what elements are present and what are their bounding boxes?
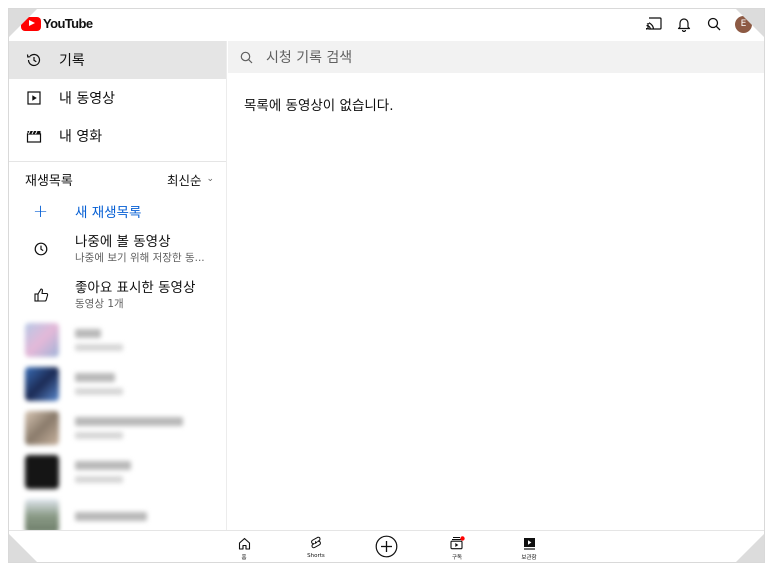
chevron-down-icon: ⌄ xyxy=(206,174,214,184)
sort-dropdown[interactable]: 최신순 ⌄ xyxy=(167,170,214,189)
search-icon[interactable] xyxy=(705,15,723,33)
playlist-liked-videos[interactable]: 좋아요 표시한 동영상 동영상 1개 xyxy=(9,272,226,318)
playlist-subtitle: 나중에 보기 위해 저장한 동... xyxy=(75,251,205,264)
play-square-icon xyxy=(25,89,43,107)
search-placeholder: 시청 기록 검색 xyxy=(266,50,353,66)
sidebar-item-label: 내 영화 xyxy=(59,129,103,145)
blurred-playlist[interactable] xyxy=(9,450,226,494)
nav-label: 보관함 xyxy=(521,555,537,561)
clock-icon xyxy=(31,239,51,259)
bell-icon[interactable] xyxy=(675,15,693,33)
playlists-header: 재생목록 최신순 ⌄ xyxy=(9,162,226,196)
youtube-logo[interactable]: YouTube xyxy=(21,16,93,31)
history-icon xyxy=(25,51,43,69)
sidebar-item-label: 기록 xyxy=(59,53,85,69)
avatar[interactable]: E xyxy=(735,15,752,33)
sidebar-item-label: 내 동영상 xyxy=(59,91,115,107)
playlist-thumbnail xyxy=(25,499,59,530)
thumbs-up-icon xyxy=(31,285,51,305)
sidebar: 기록 내 동영상 내 영화 재생목록 최신순 ⌄ + 새 재생목록 나중에 볼 … xyxy=(9,41,227,530)
logo-text: YouTube xyxy=(43,16,93,31)
playlist-thumbnail xyxy=(25,367,59,401)
nav-label: Shorts xyxy=(307,553,325,559)
blurred-playlist[interactable] xyxy=(9,494,226,530)
new-playlist-button[interactable]: + 새 재생목록 xyxy=(9,196,226,226)
main-content: 시청 기록 검색 목록에 동영상이 없습니다. xyxy=(228,41,764,530)
playlist-title: 나중에 볼 동영상 xyxy=(75,233,171,250)
new-playlist-label: 새 재생목록 xyxy=(75,205,142,221)
plus-icon: + xyxy=(33,200,49,222)
history-search-input[interactable]: 시청 기록 검색 xyxy=(228,41,764,73)
app-window: YouTube E 기록 내 동영상 내 영화 재생목록 최신순 ⌄ + 새 재… xyxy=(8,8,765,563)
blurred-playlist[interactable] xyxy=(9,318,226,362)
sidebar-item-history[interactable]: 기록 xyxy=(9,41,226,79)
empty-state-message: 목록에 동영상이 없습니다. xyxy=(244,98,394,114)
blurred-playlist[interactable] xyxy=(9,406,226,450)
playlist-watch-later[interactable]: 나중에 볼 동영상 나중에 보기 위해 저장한 동... xyxy=(9,226,226,272)
create-button[interactable] xyxy=(366,534,406,558)
top-header: YouTube E xyxy=(9,9,764,41)
sidebar-item-my-videos[interactable]: 내 동영상 xyxy=(9,79,226,117)
clapperboard-icon xyxy=(25,127,43,145)
playlist-thumbnail xyxy=(25,323,59,357)
library-icon xyxy=(520,534,538,552)
playlist-thumbnail xyxy=(25,411,59,445)
youtube-logo-icon xyxy=(21,16,41,31)
nav-subscriptions[interactable]: 구독 xyxy=(437,534,477,561)
nav-label: 구독 xyxy=(451,555,463,561)
bottom-nav: 홈 Shorts 구독 보관함 xyxy=(9,530,764,562)
shorts-icon xyxy=(307,534,325,552)
playlist-title: 좋아요 표시한 동영상 xyxy=(75,279,196,296)
nav-home[interactable]: 홈 xyxy=(224,534,264,561)
home-icon xyxy=(235,534,253,552)
nav-label: 홈 xyxy=(241,555,247,561)
search-icon xyxy=(240,49,256,65)
sidebar-item-my-movies[interactable]: 내 영화 xyxy=(9,117,226,155)
playlist-subtitle: 동영상 1개 xyxy=(75,297,124,310)
nav-shorts[interactable]: Shorts xyxy=(296,534,336,559)
blurred-playlist[interactable] xyxy=(9,362,226,406)
cast-icon[interactable] xyxy=(645,15,663,33)
playlists-heading: 재생목록 xyxy=(25,173,73,189)
subscriptions-icon xyxy=(448,534,466,552)
nav-library[interactable]: 보관함 xyxy=(509,534,549,561)
create-plus-icon xyxy=(374,534,398,558)
sort-label: 최신순 xyxy=(166,172,202,188)
playlist-thumbnail xyxy=(25,455,59,489)
